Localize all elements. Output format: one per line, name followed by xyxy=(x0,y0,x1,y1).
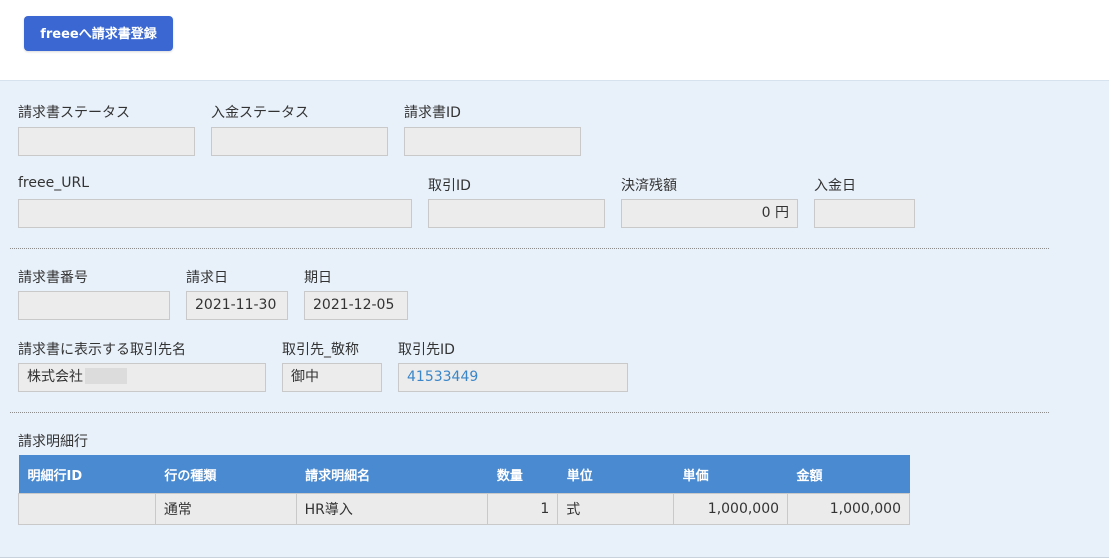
redacted-text xyxy=(85,368,127,384)
column-header-line-type: 行の種類 xyxy=(155,455,297,494)
table-row: 通常 HR導入 1 式 1,000,000 1,000,000 xyxy=(18,493,910,525)
section-divider xyxy=(10,248,1049,249)
top-toolbar: freeeへ請求書登録 xyxy=(0,0,1109,80)
column-header-description: 請求明細名 xyxy=(296,455,488,494)
column-header-line-id: 明細行ID xyxy=(18,455,156,494)
column-header-unit-price: 単価 xyxy=(673,455,788,494)
partner-id-link[interactable]: 41533449 xyxy=(398,363,628,392)
settlement-balance-field[interactable]: 0 円 xyxy=(621,199,798,228)
payment-status-label: 入金ステータス xyxy=(211,105,309,121)
line-type-cell[interactable]: 通常 xyxy=(154,493,297,525)
invoice-detail-panel: 請求書ステータス 入金ステータス 請求書ID freee_URL 取引ID 決済… xyxy=(0,80,1109,558)
partner-title-label: 取引先_敬称 xyxy=(282,342,359,358)
invoice-number-field[interactable] xyxy=(18,291,170,320)
unit-price-cell[interactable]: 1,000,000 xyxy=(673,493,789,525)
partner-display-name-label: 請求書に表示する取引先名 xyxy=(18,342,186,358)
invoice-lines-title: 請求明細行 xyxy=(18,434,88,450)
description-cell[interactable]: HR導入 xyxy=(295,493,489,525)
payment-date-field[interactable] xyxy=(814,199,915,228)
billing-date-label: 請求日 xyxy=(186,270,228,286)
billing-date-field[interactable]: 2021-11-30 xyxy=(186,291,288,320)
quantity-cell[interactable]: 1 xyxy=(487,493,559,525)
settlement-balance-label: 決済残額 xyxy=(621,178,677,194)
section-divider xyxy=(10,412,1049,413)
invoice-number-label: 請求書番号 xyxy=(18,270,88,286)
partner-display-name-value: 株式会社 xyxy=(27,369,83,385)
line-id-cell[interactable] xyxy=(18,493,156,525)
partner-title-field[interactable]: 御中 xyxy=(282,363,382,392)
column-header-amount: 金額 xyxy=(787,455,910,494)
invoice-id-label: 請求書ID xyxy=(404,105,461,121)
table-header-row: 明細行ID 行の種類 請求明細名 数量 単位 単価 金額 xyxy=(18,455,910,494)
invoice-id-field[interactable] xyxy=(404,127,581,156)
unit-cell[interactable]: 式 xyxy=(557,493,675,525)
deal-id-field[interactable] xyxy=(428,199,605,228)
due-date-field[interactable]: 2021-12-05 xyxy=(304,291,408,320)
amount-cell[interactable]: 1,000,000 xyxy=(787,493,910,525)
column-header-quantity: 数量 xyxy=(487,455,558,494)
partner-display-name-field[interactable]: 株式会社 xyxy=(18,363,266,392)
invoice-lines-table: 明細行ID 行の種類 請求明細名 数量 単位 単価 金額 通常 HR導入 1 式… xyxy=(18,455,910,525)
register-to-freee-button[interactable]: freeeへ請求書登録 xyxy=(24,16,173,51)
column-header-unit: 単位 xyxy=(557,455,674,494)
payment-status-field[interactable] xyxy=(211,127,388,156)
due-date-label: 期日 xyxy=(304,270,332,286)
payment-date-label: 入金日 xyxy=(814,178,856,194)
partner-id-label: 取引先ID xyxy=(398,342,455,358)
deal-id-label: 取引ID xyxy=(428,178,471,194)
freee-url-label: freee_URL xyxy=(18,175,89,191)
freee-url-field[interactable] xyxy=(18,199,412,228)
invoice-status-label: 請求書ステータス xyxy=(18,105,130,121)
invoice-status-field[interactable] xyxy=(18,127,195,156)
